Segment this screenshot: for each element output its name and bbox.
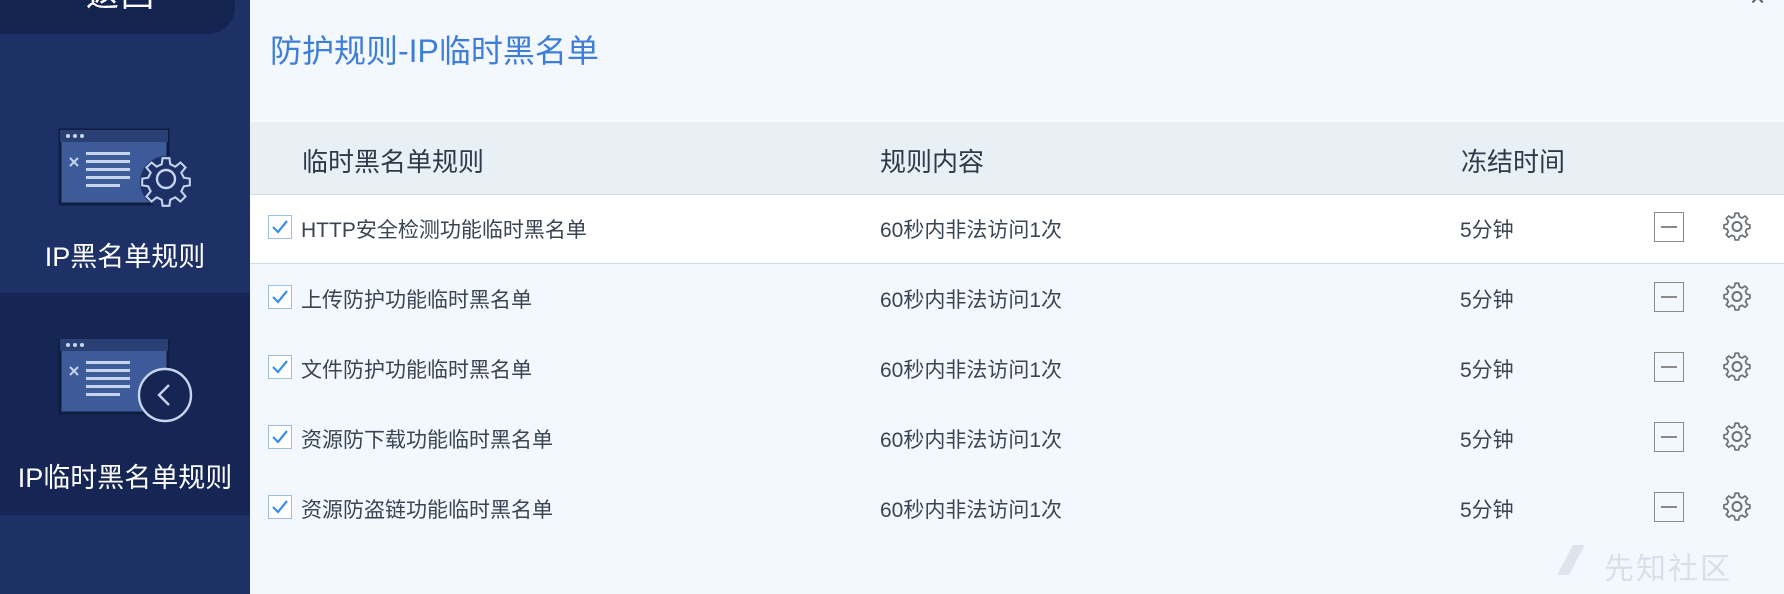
watermark-logo-icon [1557, 545, 1585, 575]
sidebar-item-ip-blacklist[interactable]: IP黑名单规则 [0, 88, 250, 292]
sidebar: 返回 IP黑名单规则 [0, 0, 250, 594]
rule-name: 文件防护功能临时黑名单 [301, 359, 532, 382]
close-icon[interactable]: × [1750, 0, 1765, 13]
freeze-time: 5分钟 [1460, 359, 1514, 382]
rule-content: 60秒内非法访问1次 [880, 219, 1063, 242]
row-checkbox[interactable] [268, 355, 292, 379]
remove-button[interactable] [1654, 282, 1684, 312]
remove-button[interactable] [1654, 212, 1684, 242]
rule-content: 60秒内非法访问1次 [880, 359, 1063, 382]
remove-button[interactable] [1654, 492, 1684, 522]
checkmark-icon [272, 500, 288, 514]
column-header-rule: 临时黑名单规则 [302, 147, 485, 177]
table-row[interactable]: 上传防护功能临时黑名单 60秒内非法访问1次 5分钟 [250, 265, 1784, 333]
list-settings-icon [58, 116, 198, 221]
gear-icon[interactable] [1721, 282, 1753, 314]
rule-content: 60秒内非法访问1次 [880, 429, 1063, 452]
freeze-time: 5分钟 [1460, 429, 1514, 452]
checkmark-icon [272, 290, 288, 304]
checkmark-icon [272, 360, 288, 374]
rule-content: 60秒内非法访问1次 [880, 499, 1063, 522]
table-row[interactable]: HTTP安全检测功能临时黑名单 60秒内非法访问1次 5分钟 [250, 195, 1784, 264]
table-row[interactable]: 资源防下载功能临时黑名单 60秒内非法访问1次 5分钟 [250, 405, 1784, 473]
remove-button[interactable] [1654, 422, 1684, 452]
rule-name: 资源防下载功能临时黑名单 [301, 429, 553, 452]
table-row[interactable]: 文件防护功能临时黑名单 60秒内非法访问1次 5分钟 [250, 335, 1784, 403]
freeze-time: 5分钟 [1460, 499, 1514, 522]
row-checkbox[interactable] [268, 495, 292, 519]
column-header-freeze-time: 冻结时间 [1461, 147, 1566, 177]
gear-icon[interactable] [1721, 212, 1753, 244]
checkmark-icon [272, 220, 288, 234]
gear-icon[interactable] [1721, 422, 1753, 454]
gear-icon[interactable] [1721, 352, 1753, 384]
rule-name: 上传防护功能临时黑名单 [301, 289, 532, 312]
sidebar-item-ip-temp-blacklist[interactable]: IP临时黑名单规则 [0, 293, 250, 515]
table-row[interactable]: 资源防盗链功能临时黑名单 60秒内非法访问1次 5分钟 [250, 475, 1784, 543]
list-back-icon [58, 337, 198, 444]
column-header-content: 规则内容 [880, 147, 985, 177]
sidebar-item-label: IP黑名单规则 [44, 242, 206, 272]
rule-content: 60秒内非法访问1次 [880, 289, 1063, 312]
rule-name: 资源防盗链功能临时黑名单 [301, 499, 553, 522]
watermark: 先知社区 [1604, 553, 1732, 586]
checkmark-icon [272, 430, 288, 444]
freeze-time: 5分钟 [1460, 219, 1514, 242]
freeze-time: 5分钟 [1460, 289, 1514, 312]
sidebar-item-label: IP临时黑名单规则 [17, 463, 233, 493]
page-title: 防护规则-IP临时黑名单 [270, 33, 599, 69]
row-checkbox[interactable] [268, 285, 292, 309]
table-header: 临时黑名单规则 规则内容 冻结时间 [250, 122, 1784, 195]
row-checkbox[interactable] [268, 425, 292, 449]
back-button[interactable]: 返回 [0, 0, 235, 34]
shield-icon [10, 0, 36, 2]
gear-icon[interactable] [1721, 492, 1753, 524]
remove-button[interactable] [1654, 352, 1684, 382]
rule-name: HTTP安全检测功能临时黑名单 [301, 219, 587, 242]
row-checkbox[interactable] [268, 215, 292, 239]
back-label: 返回 [86, 0, 156, 16]
